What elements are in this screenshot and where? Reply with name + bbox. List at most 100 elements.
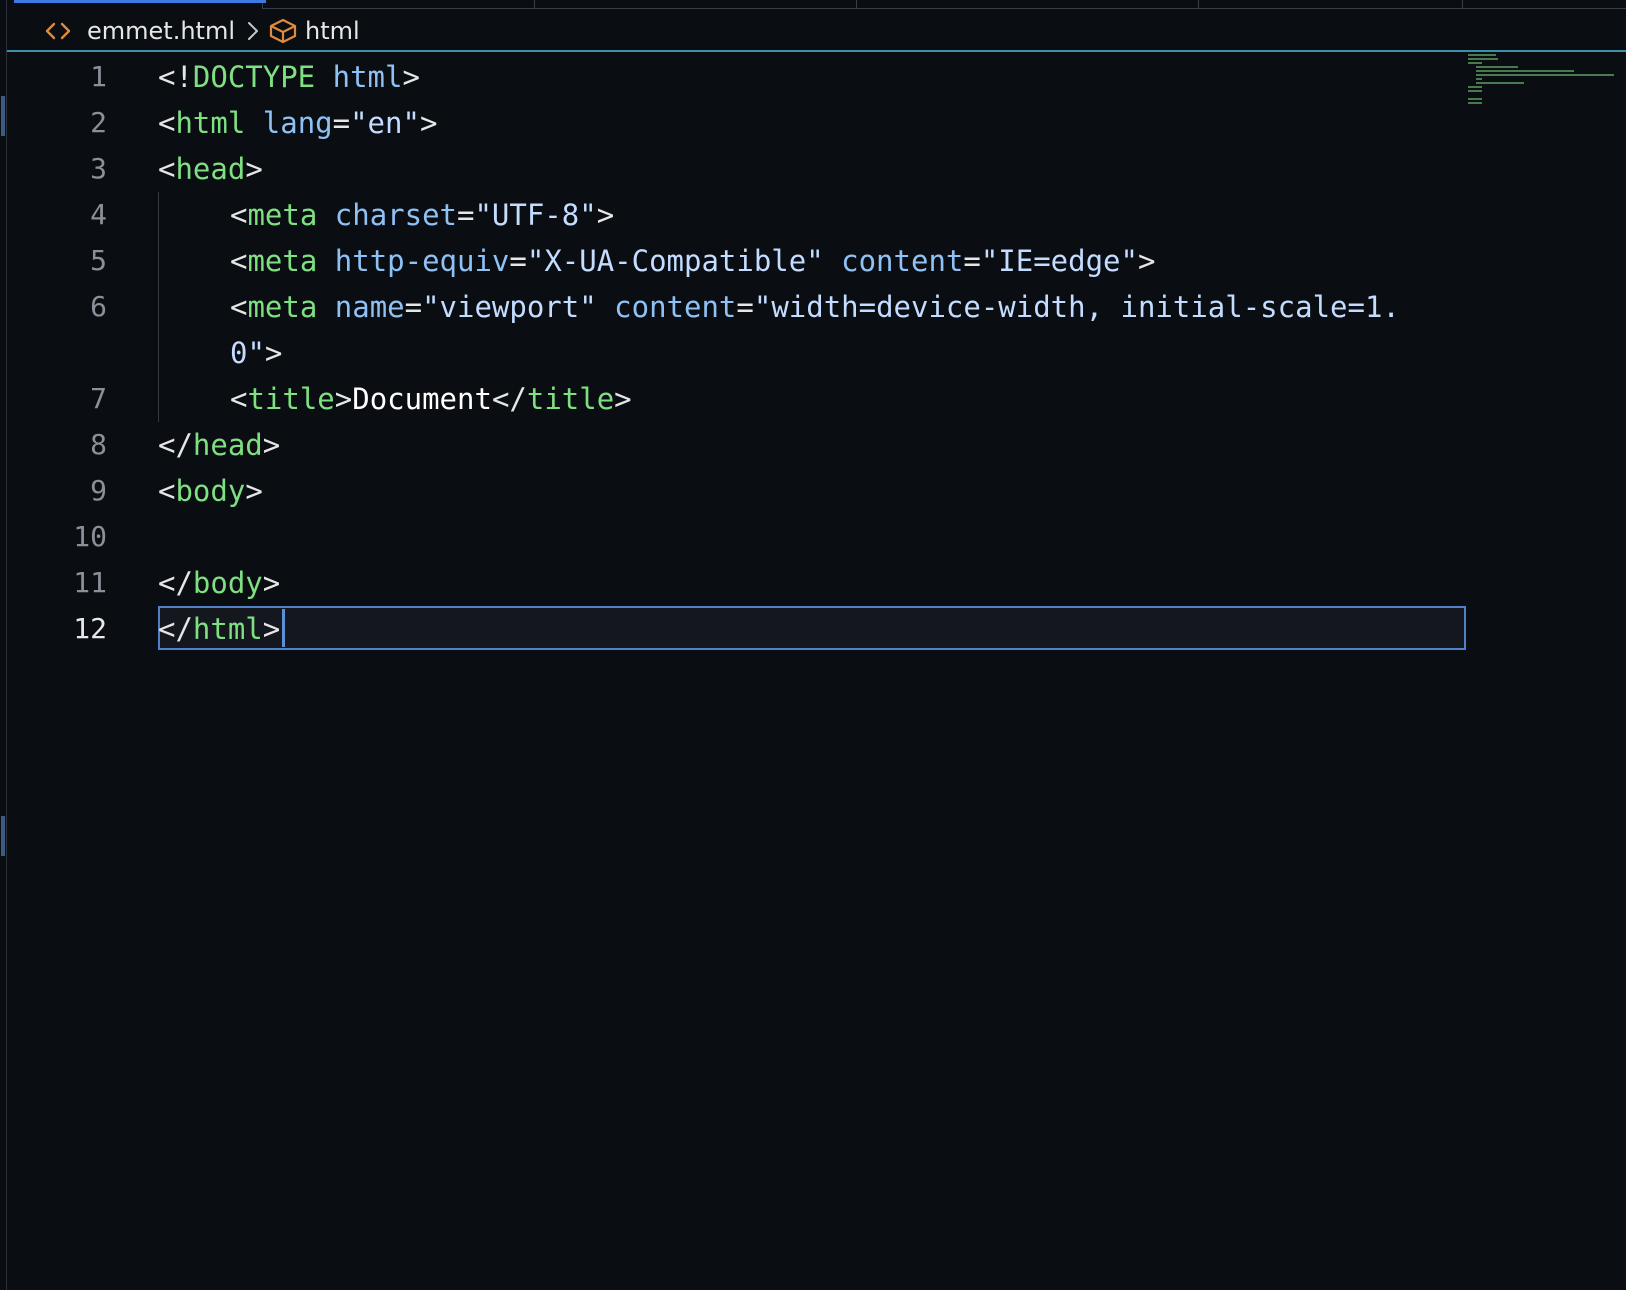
token: DOCTYPE	[192, 60, 316, 94]
token: =	[963, 244, 981, 278]
token: 0"	[230, 336, 265, 370]
line-number: 9	[90, 474, 107, 507]
line-number: 7	[90, 382, 107, 415]
token: =	[509, 244, 527, 278]
code-editor: emmet.html html 1 2 3 4 5 6 7 8 9 10 11 …	[0, 0, 1626, 1290]
token: =	[332, 106, 351, 140]
token: =	[404, 290, 423, 324]
line-number: 4	[90, 198, 107, 231]
token: head	[175, 152, 246, 186]
code-line-3[interactable]: <head>	[158, 146, 263, 192]
token: </	[158, 612, 193, 646]
code-line-7[interactable]: <title>Document</title>	[158, 376, 632, 422]
token: <	[230, 244, 248, 278]
minimap-line	[1476, 66, 1518, 68]
token: "UTF-8"	[474, 198, 597, 232]
token: <	[158, 152, 176, 186]
token: =	[457, 198, 475, 232]
token: <	[230, 198, 248, 232]
code-line-11[interactable]: </body>	[158, 560, 280, 606]
token: meta	[247, 198, 318, 232]
editor-tab[interactable]	[1198, 0, 1462, 9]
minimap[interactable]	[1468, 54, 1618, 114]
token: >	[334, 382, 353, 416]
token: "X-UA-Compatible"	[526, 244, 824, 278]
token: <	[158, 474, 176, 508]
code-line-12[interactable]: </html>	[158, 606, 280, 652]
token: </	[158, 428, 193, 462]
minimap-line	[1476, 78, 1482, 80]
token: http-equiv	[334, 244, 510, 278]
token: >	[614, 382, 632, 416]
code-line-1[interactable]: <!DOCTYPE html>	[158, 54, 420, 100]
breadcrumb: emmet.html html	[7, 12, 1626, 52]
line-number: 2	[90, 106, 107, 139]
editor-tab[interactable]	[1462, 0, 1626, 9]
line-number: 1	[90, 60, 107, 93]
token: meta	[247, 290, 318, 324]
token: >	[419, 106, 438, 140]
minimap-line	[1468, 90, 1482, 92]
token: content	[614, 290, 737, 324]
token: html	[192, 612, 263, 646]
minimap-line	[1468, 86, 1482, 88]
code-line-5[interactable]: <meta http-equiv="X-UA-Compatible" conte…	[158, 238, 1155, 284]
chevron-right-icon	[245, 20, 261, 42]
cube-icon	[269, 18, 297, 44]
token: =	[736, 290, 754, 324]
code-line-6-wrap[interactable]: 0">	[158, 330, 282, 376]
activity-edge	[0, 0, 7, 1290]
line-number: 5	[90, 244, 107, 277]
token: >	[402, 60, 420, 94]
line-number: 8	[90, 428, 107, 461]
token: <!	[158, 60, 193, 94]
token: name	[334, 290, 405, 324]
token: >	[262, 612, 281, 646]
code-line-8[interactable]: </head>	[158, 422, 280, 468]
minimap-line	[1476, 70, 1574, 72]
code-line-9[interactable]: <body>	[158, 468, 263, 514]
line-number: 3	[90, 152, 107, 185]
minimap-line	[1468, 54, 1496, 56]
token: "en"	[350, 106, 420, 140]
edge-marker	[1, 816, 5, 856]
minimap-line	[1468, 62, 1482, 64]
editor-tab[interactable]	[856, 0, 1198, 9]
token: >	[264, 336, 283, 370]
line-number-active: 12	[73, 612, 107, 645]
token: meta	[247, 244, 318, 278]
token: "viewport"	[422, 290, 597, 324]
token: >	[262, 428, 281, 462]
minimap-line	[1476, 74, 1614, 76]
active-tab-indicator	[14, 0, 266, 3]
minimap-line	[1468, 102, 1482, 104]
editor-tab[interactable]	[262, 0, 534, 9]
minimap-line	[1468, 58, 1498, 60]
token: html	[175, 106, 246, 140]
code-line-6[interactable]: <meta name="viewport" content="width=dev…	[158, 284, 1400, 330]
token: lang	[262, 106, 333, 140]
current-line-highlight	[158, 606, 1466, 650]
token: "IE=edge"	[980, 244, 1138, 278]
edge-marker	[1, 96, 5, 136]
token: </	[158, 566, 193, 600]
minimap-line	[1468, 98, 1482, 100]
token: html	[332, 60, 403, 94]
editor-tab[interactable]	[534, 0, 856, 9]
line-number: 11	[73, 566, 107, 599]
code-line-2[interactable]: <html lang="en">	[158, 100, 437, 146]
token: body	[175, 474, 246, 508]
breadcrumb-file-name[interactable]: emmet.html	[87, 17, 235, 45]
token: >	[262, 566, 281, 600]
token: Document	[352, 382, 492, 416]
code-line-4[interactable]: <meta charset="UTF-8">	[158, 192, 614, 238]
text-cursor	[282, 609, 285, 647]
token: <	[230, 290, 248, 324]
token: body	[192, 566, 263, 600]
breadcrumb-symbol-name[interactable]: html	[305, 17, 360, 45]
minimap-line	[1476, 82, 1524, 84]
